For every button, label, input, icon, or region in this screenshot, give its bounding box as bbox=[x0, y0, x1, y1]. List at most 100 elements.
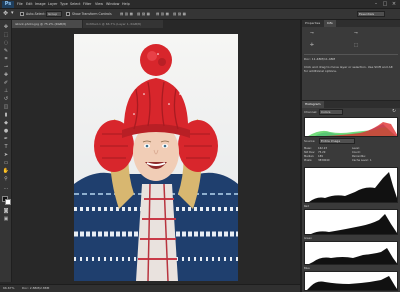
menu-file[interactable]: File bbox=[17, 2, 23, 6]
median-label: Median: bbox=[304, 155, 315, 158]
workspace-dropdown[interactable]: Essentials bbox=[357, 11, 385, 17]
document-size: Doc: 2.88M/2.88M bbox=[22, 286, 50, 290]
auto-select-label: Auto-Select: bbox=[26, 12, 46, 16]
marquee-tool-icon[interactable]: ⬚ bbox=[2, 32, 10, 39]
status-bar: 66.67% Doc: 2.88M/2.88M bbox=[0, 284, 300, 292]
menu-edit[interactable]: Edit bbox=[26, 2, 33, 6]
menu-filter[interactable]: Filter bbox=[83, 2, 91, 6]
count-label: Count: bbox=[352, 151, 361, 154]
median-value: 189 bbox=[318, 155, 323, 158]
mean-value: 162.23 bbox=[318, 147, 328, 150]
photoshop-logo-icon: Ps bbox=[2, 1, 14, 8]
eyedropper-icon: ⊸ bbox=[354, 31, 358, 36]
lasso-tool-icon[interactable]: ◌ bbox=[2, 40, 10, 47]
move-tool-icon[interactable]: ✥ bbox=[2, 24, 10, 31]
doc-tab-inactive[interactable]: Untitled-1 @ 66.7% (Layer 1, RGB/8) bbox=[83, 20, 163, 28]
type-tool-icon[interactable]: T bbox=[2, 144, 10, 151]
red-histogram bbox=[304, 209, 398, 235]
menu-layer[interactable]: Layer bbox=[48, 2, 57, 6]
quick-select-tool-icon[interactable]: ✎ bbox=[2, 48, 10, 55]
green-channel-label: Green bbox=[304, 237, 312, 240]
move-tool-icon[interactable]: ✥ bbox=[3, 10, 8, 17]
mean-label: Mean: bbox=[304, 147, 312, 150]
menu-image[interactable]: Image bbox=[35, 2, 46, 6]
tool-hint: Click and drag to move layer or selectio… bbox=[304, 65, 393, 73]
blur-tool-icon[interactable]: ◆ bbox=[2, 120, 10, 127]
level-label: Level: bbox=[352, 147, 360, 150]
channel-label: Channel: bbox=[304, 110, 318, 114]
portrait-photo bbox=[74, 34, 238, 281]
eraser-tool-icon[interactable]: ◫ bbox=[2, 104, 10, 111]
background-color-swatch[interactable] bbox=[5, 199, 11, 205]
pen-tool-icon[interactable]: ✒ bbox=[2, 136, 10, 143]
stddev-label: Std Dev: bbox=[304, 151, 315, 154]
pixels-label: Pixels: bbox=[304, 159, 313, 162]
hand-tool-icon[interactable]: ✋ bbox=[2, 168, 10, 175]
channel-dropdown[interactable]: Colors bbox=[319, 109, 343, 115]
source-dropdown[interactable]: Entire Image bbox=[319, 138, 355, 144]
green-histogram bbox=[304, 241, 398, 265]
history-brush-tool-icon[interactable]: ↺ bbox=[2, 96, 10, 103]
menu-window[interactable]: Window bbox=[106, 2, 119, 6]
options-bar: ✥ ▾ Auto-Select: Group Show Transform Co… bbox=[0, 9, 400, 20]
menu-view[interactable]: View bbox=[95, 2, 103, 6]
gradient-tool-icon[interactable]: ▮ bbox=[2, 112, 10, 119]
percentile-label: Percentile: bbox=[352, 155, 366, 158]
doc-tab-title: istock-photo.jpg @ 75.2% (RGB/8) bbox=[15, 22, 67, 26]
doc-tab-active[interactable]: istock-photo.jpg @ 75.2% (RGB/8) bbox=[12, 20, 82, 28]
source-label: Source: bbox=[304, 139, 316, 143]
document-canvas-image[interactable] bbox=[74, 34, 238, 281]
eyedropper-icon: ⊸ bbox=[310, 31, 314, 36]
clone-stamp-tool-icon[interactable]: ⊥ bbox=[2, 88, 10, 95]
close-icon[interactable]: × bbox=[390, 1, 398, 7]
zoom-level[interactable]: 66.67% bbox=[3, 285, 14, 292]
align-icons[interactable]: ▤▥▦ ▧▨▩ bbox=[120, 12, 151, 16]
tab-histogram[interactable]: Histogram bbox=[302, 101, 324, 108]
blue-histogram bbox=[304, 271, 398, 291]
selection-size-icon: ⬚ bbox=[353, 43, 359, 48]
eyedropper-tool-icon[interactable]: ⊸ bbox=[2, 64, 10, 71]
cache-label: Cache Level: bbox=[352, 159, 369, 162]
tool-preset-dropdown-icon[interactable]: ▾ bbox=[11, 10, 14, 16]
quick-mask-icon[interactable]: ◙ bbox=[2, 208, 10, 215]
document-tab-bar: istock-photo.jpg @ 75.2% (RGB/8) Untitle… bbox=[12, 20, 300, 28]
show-transform-label: Show Transform Controls bbox=[72, 12, 112, 16]
doc-size-info: Doc: 11.48M/11.48M bbox=[304, 57, 336, 61]
tab-info[interactable]: Info bbox=[324, 20, 336, 27]
histogram-panel: Histogram Channel: Colors ↻ Source: Enti… bbox=[302, 100, 400, 292]
shape-tool-icon[interactable]: ▭ bbox=[2, 160, 10, 167]
healing-brush-tool-icon[interactable]: ✚ bbox=[2, 72, 10, 79]
red-channel-label: Red bbox=[304, 205, 309, 208]
minimize-icon[interactable]: – bbox=[372, 1, 380, 7]
auto-select-checkbox[interactable] bbox=[20, 12, 24, 16]
colors-histogram bbox=[304, 117, 398, 137]
divider bbox=[304, 54, 398, 55]
blue-channel-label: Blue bbox=[304, 267, 310, 270]
right-panel-dock: Properties Info ⊸ ⊸ ✛ ⬚ Doc: 11.48M/11.4… bbox=[302, 20, 400, 292]
maximize-icon[interactable]: □ bbox=[381, 1, 389, 7]
crop-tool-icon[interactable]: ⌗ bbox=[2, 56, 10, 63]
refresh-icon[interactable]: ↻ bbox=[390, 108, 398, 116]
tools-panel: ✥ ⬚ ◌ ✎ ⌗ ⊸ ✚ ✐ ⊥ ↺ ◫ ▮ ◆ ● ✒ T ➤ ▭ ✋ ⚲ … bbox=[0, 20, 12, 282]
crosshair-icon: ✛ bbox=[310, 43, 314, 48]
distribute-icons[interactable]: ▤▥▦ ▧▨▩ bbox=[156, 12, 187, 16]
brush-tool-icon[interactable]: ✐ bbox=[2, 80, 10, 87]
layer-group-dropdown[interactable]: Group bbox=[46, 11, 62, 17]
pixels-value: 3839040 bbox=[318, 159, 330, 162]
path-select-tool-icon[interactable]: ➤ bbox=[2, 152, 10, 159]
zoom-tool-icon[interactable]: ⚲ bbox=[2, 176, 10, 183]
stddev-value: 75.29 bbox=[318, 151, 326, 154]
info-panel: Properties Info ⊸ ⊸ ✛ ⬚ Doc: 11.48M/11.4… bbox=[302, 20, 400, 98]
menu-bar: Ps File Edit Image Layer Type Select Fil… bbox=[0, 0, 400, 9]
dodge-tool-icon[interactable]: ● bbox=[2, 128, 10, 135]
menu-type[interactable]: Type bbox=[60, 2, 68, 6]
more-tools-icon[interactable]: ⋯ bbox=[2, 186, 10, 193]
screen-mode-icon[interactable]: ▣ bbox=[2, 216, 10, 223]
luminosity-histogram bbox=[304, 167, 398, 203]
menu-help[interactable]: Help bbox=[122, 2, 130, 6]
show-transform-checkbox[interactable] bbox=[66, 12, 70, 16]
doc-tab-title: Untitled-1 @ 66.7% (Layer 1, RGB/8) bbox=[86, 22, 142, 26]
tab-properties[interactable]: Properties bbox=[302, 20, 323, 27]
cache-value: 1 bbox=[370, 159, 372, 162]
menu-select[interactable]: Select bbox=[70, 2, 80, 6]
